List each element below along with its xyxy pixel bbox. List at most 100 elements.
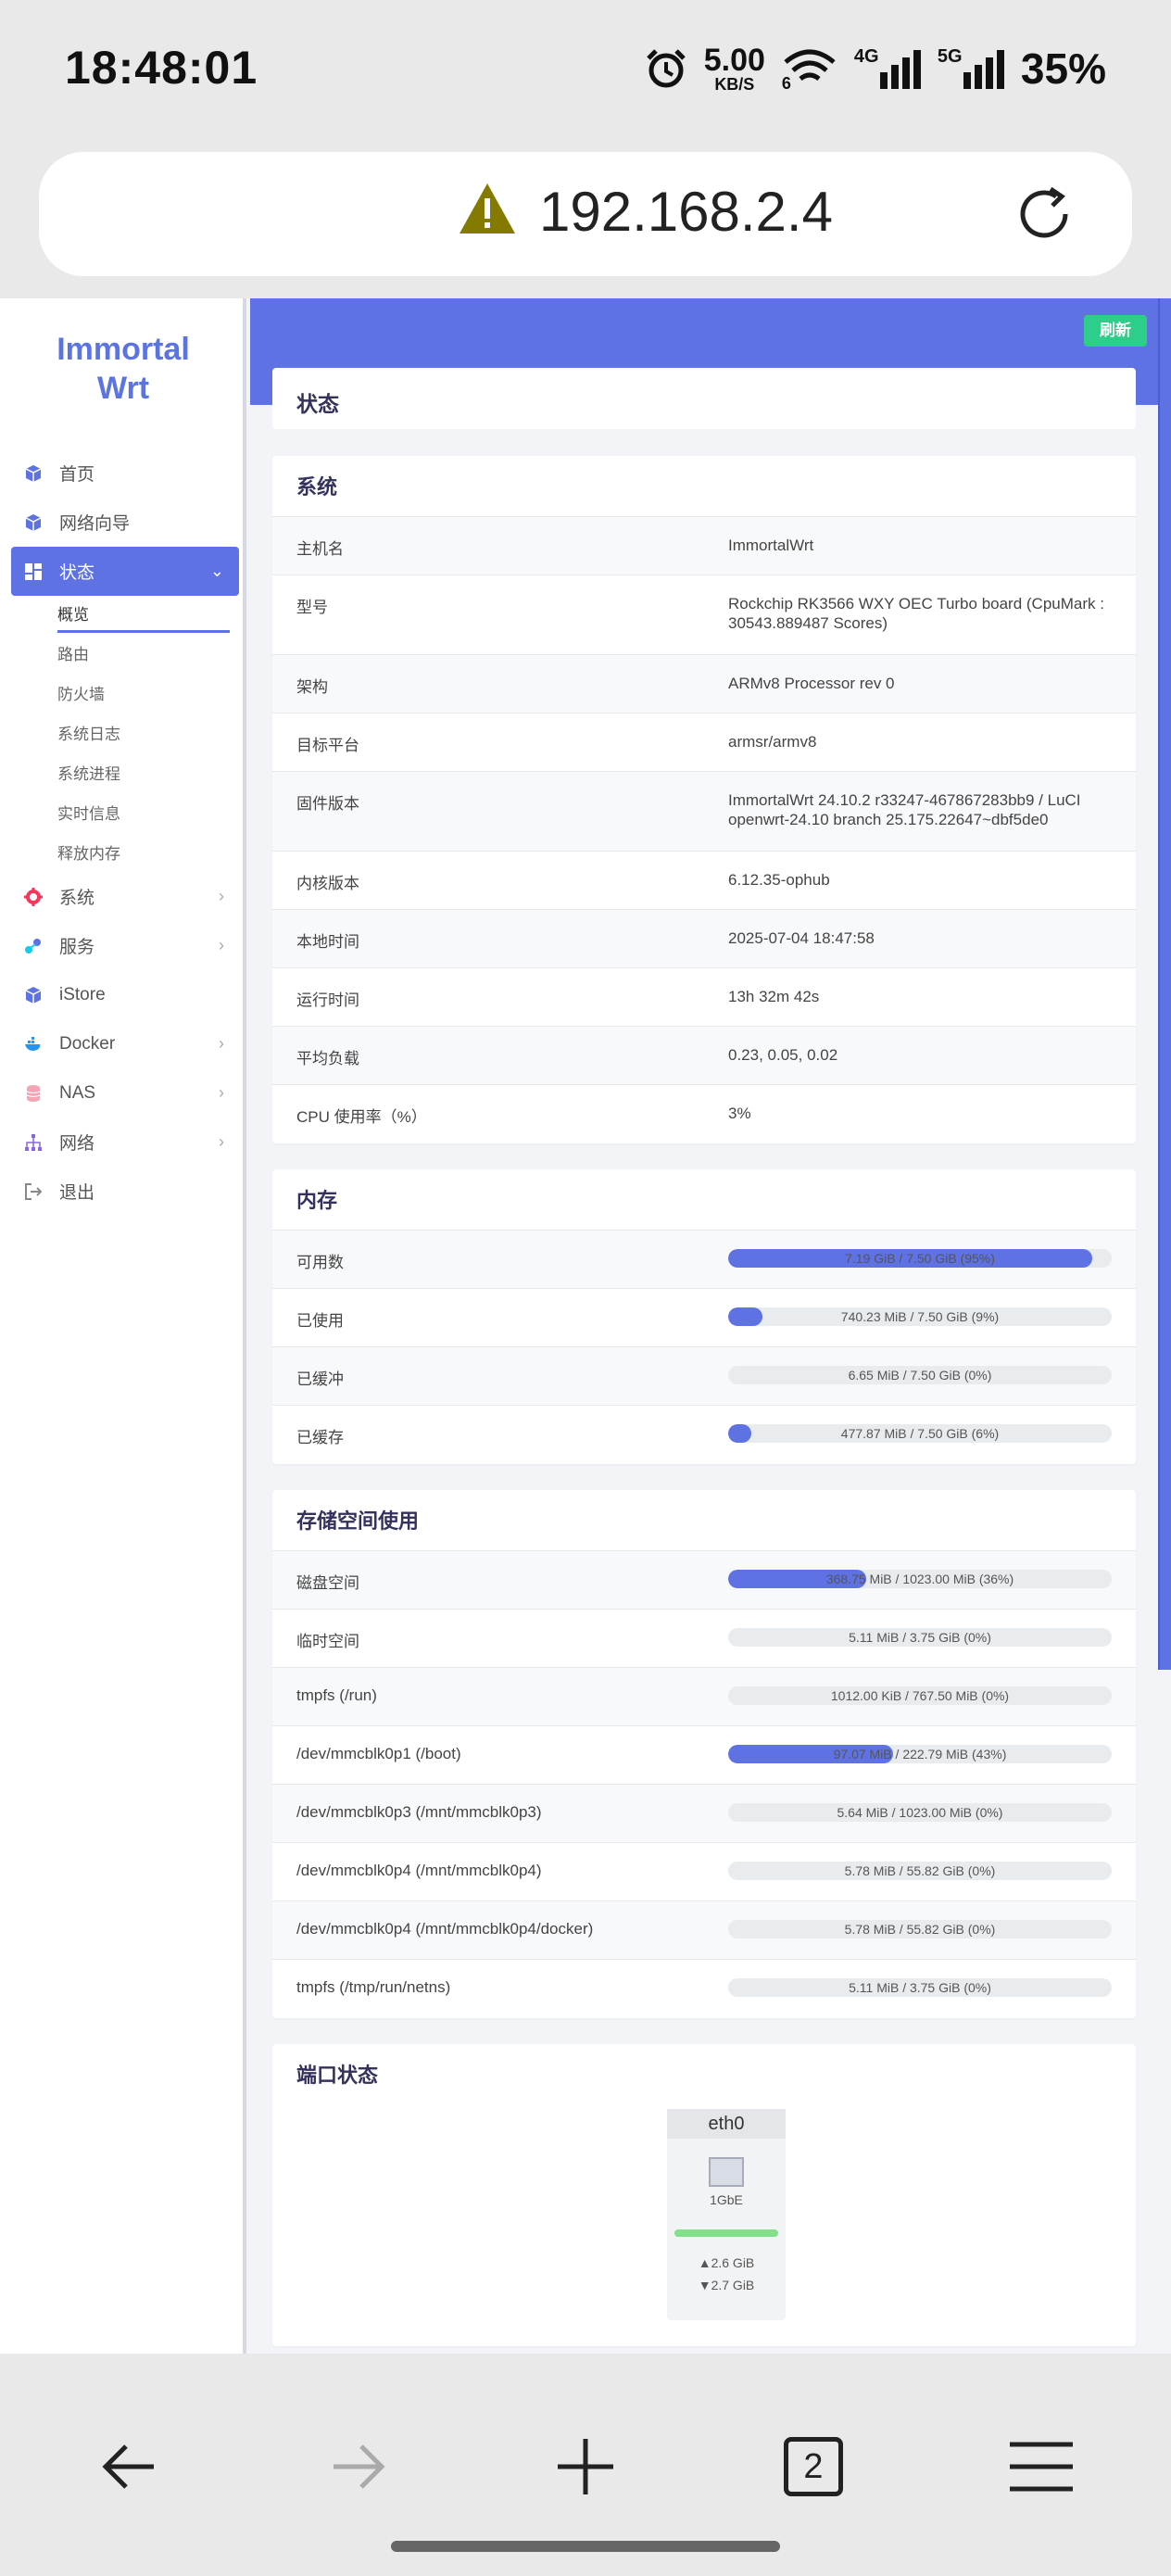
dashboard-icon [25,562,42,580]
table-row: 临时空间 5.11 MiB / 3.75 GiB (0%) [272,1610,1136,1668]
back-arrow-icon[interactable] [93,2430,167,2504]
nodes-icon [25,938,41,953]
sidebar-item-nas[interactable]: NAS › [11,1068,239,1118]
clock: 18:48:01 [65,42,258,94]
progress-bar: 7.19 GiB / 7.50 GiB (95%) [728,1249,1112,1268]
table-row: 已缓冲 6.65 MiB / 7.50 GiB (0%) [272,1347,1136,1406]
sidebar-item-logout[interactable]: 退出 [11,1167,239,1216]
refresh-button[interactable]: 刷新 [1084,315,1147,347]
web-page: Immortal Wrt 首页 网络向导 状态 ⌄ 概览 路由 防火墙 系统日志 [0,298,1171,2354]
progress-bar: 477.87 MiB / 7.50 GiB (6%) [728,1424,1112,1443]
home-indicator[interactable] [391,2541,780,2552]
progress-bar: 1012.00 KiB / 767.50 MiB (0%) [728,1686,1112,1705]
signal-5g-icon: 5G [938,46,1004,89]
table-row: 已缓存 477.87 MiB / 7.50 GiB (6%) [272,1406,1136,1464]
url-text[interactable]: 192.168.2.4 [539,180,833,244]
status-bar: 18:48:01 5.00 KB/S 6 4G 5G 35% [0,0,1171,139]
alarm-icon [646,49,686,88]
logout-icon [25,1182,43,1200]
cube-icon [25,513,42,531]
system-card-title: 系统 [272,456,1136,517]
table-row: /dev/mmcblk0p3 (/mnt/mmcblk0p3) 5.64 MiB … [272,1785,1136,1843]
submenu-syslog[interactable]: 系统日志 [57,713,239,752]
warning-icon[interactable] [458,182,517,235]
memory-card-title: 内存 [272,1169,1136,1231]
main-content: 刷新 状态 系统 主机名 ImmortalWrt 型号 Rockchip RK356… [250,298,1171,2354]
sidebar-item-network-wizard[interactable]: 网络向导 [11,498,239,547]
page-title: 状态 [296,392,339,416]
port-traffic: ▲2.6 GiB ▼2.7 GiB [667,2252,786,2296]
logo[interactable]: Immortal Wrt [0,330,246,408]
progress-bar: 97.07 MiB / 222.79 MiB (43%) [728,1745,1112,1763]
page-title-card: 状态 [272,368,1136,429]
address-bar[interactable]: 192.168.2.4 [39,152,1132,276]
sitemap-icon [25,1133,42,1151]
table-row: 磁盘空间 368.75 MiB / 1023.00 MiB (36%) [272,1551,1136,1610]
table-row: 内核版本 6.12.35-ophub [272,852,1136,910]
progress-bar: 5.11 MiB / 3.75 GiB (0%) [728,1978,1112,1997]
database-icon [26,1084,41,1102]
cube-icon [25,986,42,1004]
submenu-firewall[interactable]: 防火墙 [57,673,239,713]
port-eth0[interactable]: eth0 1GbE ▲2.6 GiB ▼2.7 GiB [667,2109,786,2320]
table-row: 目标平台 armsr/armv8 [272,713,1136,772]
chevron-right-icon: › [219,1132,224,1151]
sidebar-nav: 首页 网络向导 状态 ⌄ 概览 路由 防火墙 系统日志 系统进程 实时信息 释放… [11,448,239,1216]
sidebar-item-istore[interactable]: iStore [11,970,239,1019]
table-row: 固件版本 ImmortalWrt 24.10.2 r33247-467867283… [272,772,1136,852]
table-row: 运行时间 13h 32m 42s [272,968,1136,1027]
sidebar-item-system[interactable]: 系统 › [11,872,239,921]
progress-bar: 5.11 MiB / 3.75 GiB (0%) [728,1628,1112,1647]
chevron-right-icon: › [219,1034,224,1053]
wifi-icon: 6 [782,47,837,93]
storage-card: 存储空间使用 磁盘空间 368.75 MiB / 1023.00 MiB (36%… [272,1490,1136,2018]
port-status-title: 端口状态 [296,2064,379,2087]
submenu-realtime[interactable]: 实时信息 [57,792,239,832]
submenu-free-memory[interactable]: 释放内存 [57,832,239,872]
gear-icon [24,887,43,906]
progress-bar: 740.23 MiB / 7.50 GiB (9%) [728,1307,1112,1326]
reload-icon[interactable] [1014,183,1075,245]
page-scrollbar[interactable] [1158,298,1171,1670]
tab-count: 2 [784,2437,843,2496]
browser-toolbar: 2 [0,2354,1171,2576]
sidebar-item-network[interactable]: 网络 › [11,1118,239,1167]
system-card: 系统 主机名 ImmortalWrt 型号 Rockchip RK3566 WXY … [272,456,1136,1143]
new-tab-icon[interactable] [548,2430,623,2504]
table-row: /dev/mmcblk0p1 (/boot) 97.07 MiB / 222.79… [272,1726,1136,1785]
sidebar-item-docker[interactable]: Docker › [11,1019,239,1068]
memory-table: 可用数 7.19 GiB / 7.50 GiB (95%) 已使用 740.23 M… [272,1231,1136,1464]
chevron-right-icon: › [219,887,224,905]
tx-bytes: ▲2.6 GiB [698,2255,755,2270]
link-status-bar [674,2229,778,2237]
table-row: 主机名 ImmortalWrt [272,517,1136,575]
submenu-routes[interactable]: 路由 [57,633,239,673]
table-row: 架构 ARMv8 Processor rev 0 [272,655,1136,713]
cube-icon [25,464,42,482]
table-row: 已使用 740.23 MiB / 7.50 GiB (9%) [272,1289,1136,1347]
table-row: 可用数 7.19 GiB / 7.50 GiB (95%) [272,1231,1136,1289]
tabs-button[interactable]: 2 [776,2430,850,2504]
forward-arrow-icon[interactable] [321,2430,395,2504]
status-submenu: 概览 路由 防火墙 系统日志 系统进程 实时信息 释放内存 [11,596,239,872]
table-row: 型号 Rockchip RK3566 WXY OEC Turbo board (C… [272,575,1136,655]
progress-bar: 6.65 MiB / 7.50 GiB (0%) [728,1366,1112,1384]
table-row: 平均负载 0.23, 0.05, 0.02 [272,1027,1136,1085]
storage-card-title: 存储空间使用 [272,1490,1136,1551]
chevron-right-icon: › [219,936,224,954]
status-icons: 5.00 KB/S 6 4G 5G 35% [645,41,1106,96]
signal-4g-icon: 4G [854,46,921,89]
menu-icon[interactable] [1004,2430,1078,2504]
submenu-processes[interactable]: 系统进程 [57,752,239,792]
sidebar-item-services[interactable]: 服务 › [11,921,239,970]
sidebar-item-home[interactable]: 首页 [11,448,239,498]
ethernet-port-icon [709,2157,744,2187]
battery-level: 35% [1020,44,1106,93]
submenu-overview[interactable]: 概览 [57,596,230,633]
progress-bar: 5.64 MiB / 1023.00 MiB (0%) [728,1803,1112,1822]
table-row: tmpfs (/tmp/run/netns) 5.11 MiB / 3.75 Gi… [272,1960,1136,2018]
table-row: 本地时间 2025-07-04 18:47:58 [272,910,1136,968]
table-row: /dev/mmcblk0p4 (/mnt/mmcblk0p4/docker) 5.… [272,1901,1136,1960]
table-row: tmpfs (/run) 1012.00 KiB / 767.50 MiB (0%… [272,1668,1136,1726]
sidebar-item-status[interactable]: 状态 ⌄ [11,547,239,596]
